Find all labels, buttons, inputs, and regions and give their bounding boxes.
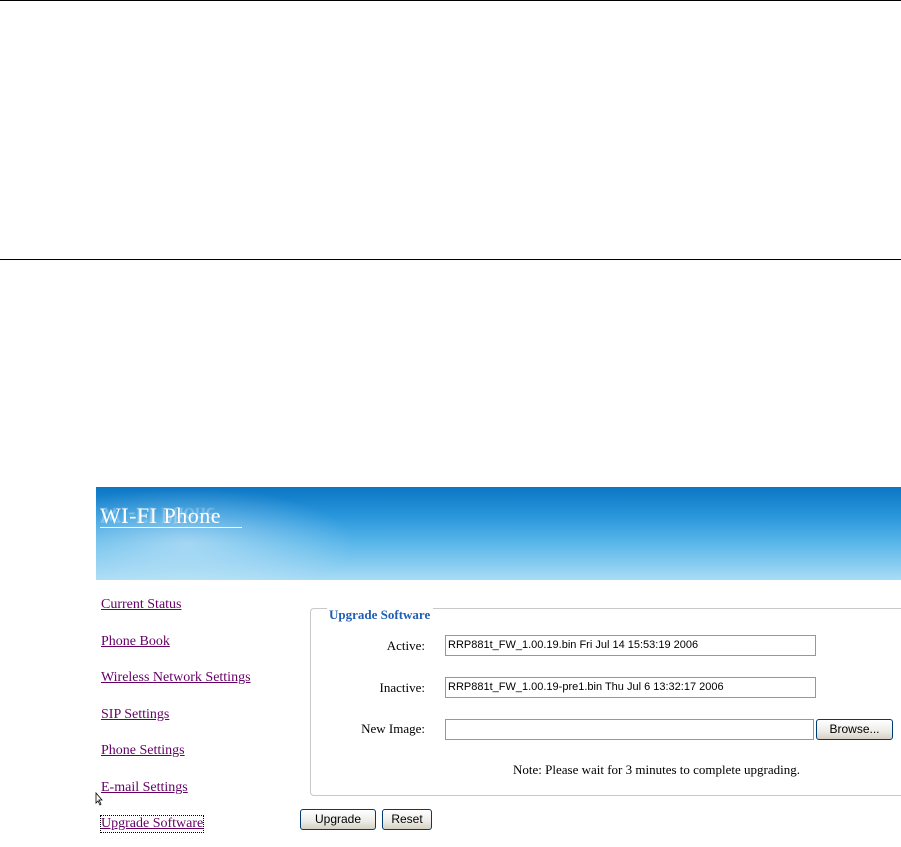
nav-link-email-settings[interactable]: E-mail Settings: [101, 780, 188, 796]
nav-link-phone-settings[interactable]: Phone Settings: [101, 743, 185, 759]
new-image-label: New Image:: [361, 721, 425, 736]
upgrade-note: Note: Please wait for 3 minutes to compl…: [513, 762, 801, 777]
active-image-field[interactable]: RRP881t_FW_1.00.19.bin Fri Jul 14 15:53:…: [445, 635, 816, 656]
inactive-image-field[interactable]: RRP881t_FW_1.00.19-pre1.bin Thu Jul 6 13…: [445, 677, 816, 698]
nav-link-current-status[interactable]: Current Status: [101, 597, 182, 613]
active-label: Active:: [386, 638, 425, 653]
banner-glow: [96, 487, 356, 580]
top-divider: [0, 0, 901, 1]
middle-divider: [0, 259, 901, 260]
browse-button[interactable]: Browse...: [816, 719, 893, 740]
nav-link-sip-settings[interactable]: SIP Settings: [101, 707, 169, 723]
header-banner: WI-FI Phone WI-FI Phone: [96, 487, 901, 580]
hand-cursor-icon: [95, 792, 103, 806]
inactive-label: Inactive:: [379, 680, 425, 695]
reset-button[interactable]: Reset: [382, 809, 432, 830]
new-image-file-input[interactable]: [445, 719, 814, 740]
upgrade-legend: Upgrade Software: [327, 607, 434, 623]
banner-title-reflection: WI-FI Phone: [100, 503, 216, 528]
nav-link-upgrade-software[interactable]: Upgrade Software: [99, 815, 205, 833]
nav-link-phone-book[interactable]: Phone Book: [101, 634, 170, 650]
nav-link-wireless-network-settings[interactable]: Wireless Network Settings: [101, 670, 251, 686]
upgrade-button[interactable]: Upgrade: [300, 809, 376, 830]
